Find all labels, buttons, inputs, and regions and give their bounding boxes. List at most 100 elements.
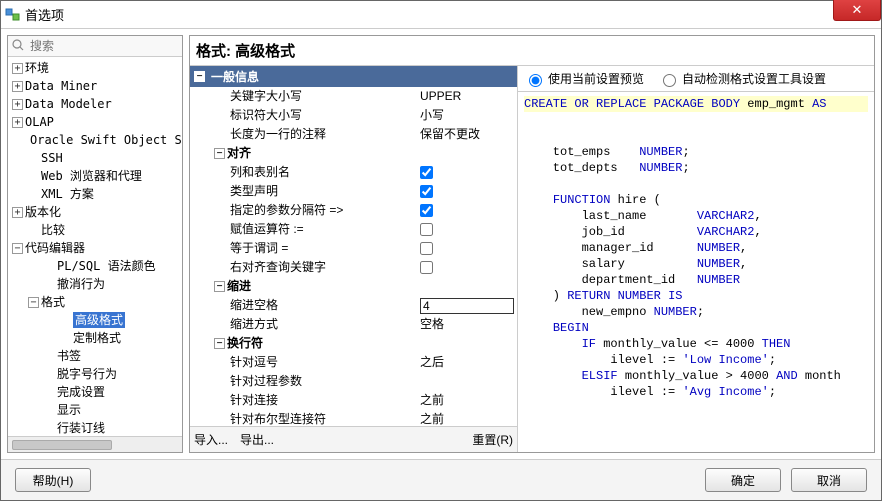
tree-item-label: Data Miner bbox=[25, 78, 97, 94]
row-equal-pred: 等于谓词 = bbox=[230, 240, 288, 257]
collapse-icon: − bbox=[194, 71, 205, 82]
radio-auto-detect-label: 自动检测格式设置工具设置 bbox=[682, 70, 826, 87]
checkbox-equal-pred[interactable] bbox=[420, 242, 433, 255]
value-concat-break[interactable]: 之前 bbox=[420, 392, 444, 409]
tree-item-label: 书签 bbox=[57, 348, 81, 364]
expand-icon[interactable]: + bbox=[12, 117, 23, 128]
row-bool-concat-break: 针对布尔型连接符 bbox=[230, 411, 326, 426]
settings-tree: − 一般信息 关键字大小写UPPER 标识符大小写小写 长度为一行的注释保留不更… bbox=[190, 66, 517, 426]
tree-item[interactable]: 脱字号行为 bbox=[8, 365, 182, 383]
tree-item-label: 行装订线 bbox=[57, 420, 105, 436]
expand-icon[interactable]: + bbox=[12, 81, 23, 92]
tree-item-label: SSH bbox=[41, 150, 63, 166]
value-bool-concat-break[interactable]: 之前 bbox=[420, 411, 444, 426]
tree-item-label: 版本化 bbox=[25, 204, 61, 220]
row-named-arg-sep: 指定的参数分隔符 => bbox=[230, 202, 343, 219]
tree-item-label: 撤消行为 bbox=[57, 276, 105, 292]
value-comment-width[interactable]: 保留不更改 bbox=[420, 126, 480, 143]
tree-item-label: Web 浏览器和代理 bbox=[41, 168, 142, 184]
tree-item[interactable]: 比较 bbox=[8, 221, 182, 239]
tree-item[interactable]: +Data Miner bbox=[8, 77, 182, 95]
tree-item[interactable]: +Data Modeler bbox=[8, 95, 182, 113]
tree-item-label: 高级格式 bbox=[73, 312, 125, 328]
tree-item[interactable]: 显示 bbox=[8, 401, 182, 419]
value-indent-mode[interactable]: 空格 bbox=[420, 316, 444, 333]
tree-item-label: 脱字号行为 bbox=[57, 366, 117, 382]
close-icon: ✕ bbox=[852, 2, 863, 18]
radio-use-current[interactable]: 使用当前设置预览 bbox=[524, 70, 644, 87]
reset-button[interactable]: 重置(R) bbox=[472, 431, 513, 448]
tree-spacer bbox=[28, 171, 39, 182]
tree-spacer bbox=[28, 189, 39, 200]
row-proc-param-break: 针对过程参数 bbox=[230, 373, 302, 390]
collapse-icon[interactable]: − bbox=[214, 148, 225, 159]
tree-item[interactable]: +版本化 bbox=[8, 203, 182, 221]
row-indent-spaces: 缩进空格 bbox=[230, 297, 278, 314]
value-comma-break[interactable]: 之后 bbox=[420, 354, 444, 371]
tree-item-label: 比较 bbox=[41, 222, 65, 238]
tree-item[interactable]: 高级格式 bbox=[8, 311, 182, 329]
ok-button[interactable]: 确定 bbox=[705, 468, 781, 492]
collapse-icon[interactable]: − bbox=[28, 297, 39, 308]
tree-item[interactable]: −代码编辑器 bbox=[8, 239, 182, 257]
cancel-button[interactable]: 取消 bbox=[791, 468, 867, 492]
category-tree[interactable]: +环境+Data Miner+Data Modeler+OLAPOracle S… bbox=[8, 57, 182, 436]
tree-item[interactable]: 行装订线 bbox=[8, 419, 182, 436]
tree-item[interactable]: 定制格式 bbox=[8, 329, 182, 347]
radio-auto-detect[interactable]: 自动检测格式设置工具设置 bbox=[658, 70, 826, 87]
tree-item-label: Oracle Swift Object St bbox=[30, 132, 182, 148]
tree-item[interactable]: 书签 bbox=[8, 347, 182, 365]
tree-item[interactable]: +环境 bbox=[8, 59, 182, 77]
tree-item[interactable]: SSH bbox=[8, 149, 182, 167]
expand-icon[interactable]: + bbox=[12, 99, 23, 110]
tree-hscrollbar[interactable] bbox=[8, 436, 182, 452]
tree-spacer bbox=[44, 261, 55, 272]
value-identifier-case[interactable]: 小写 bbox=[420, 107, 444, 124]
row-right-align-kw: 右对齐查询关键字 bbox=[230, 259, 326, 276]
tree-item-label: OLAP bbox=[25, 114, 54, 130]
checkbox-col-table-alias[interactable] bbox=[420, 166, 433, 179]
window-title: 首选项 bbox=[25, 5, 64, 24]
search-input[interactable] bbox=[28, 38, 187, 54]
help-button[interactable]: 帮助(H) bbox=[15, 468, 91, 492]
group-indent-label: 缩进 bbox=[227, 278, 251, 295]
collapse-icon[interactable]: − bbox=[214, 281, 225, 292]
tree-item[interactable]: 撤消行为 bbox=[8, 275, 182, 293]
row-comma-break: 针对逗号 bbox=[230, 354, 278, 371]
export-button[interactable]: 导出... bbox=[240, 431, 274, 448]
group-general[interactable]: − 一般信息 bbox=[190, 66, 517, 87]
tree-item-label: Data Modeler bbox=[25, 96, 112, 112]
tree-item-label: PL/SQL 语法颜色 bbox=[57, 258, 156, 274]
close-button[interactable]: ✕ bbox=[833, 0, 881, 21]
tree-item-label: 代码编辑器 bbox=[25, 240, 85, 256]
code-preview[interactable]: CREATE OR REPLACE PACKAGE BODY emp_mgmt … bbox=[518, 92, 874, 452]
tree-spacer bbox=[28, 153, 39, 164]
tree-item[interactable]: −格式 bbox=[8, 293, 182, 311]
tree-item[interactable]: Web 浏览器和代理 bbox=[8, 167, 182, 185]
tree-item-label: 显示 bbox=[57, 402, 81, 418]
tree-item[interactable]: PL/SQL 语法颜色 bbox=[8, 257, 182, 275]
checkbox-right-align-kw[interactable] bbox=[420, 261, 433, 274]
tree-item-label: 格式 bbox=[41, 294, 65, 310]
collapse-icon[interactable]: − bbox=[214, 338, 225, 349]
checkbox-named-arg-sep[interactable] bbox=[420, 204, 433, 217]
expand-icon[interactable]: + bbox=[12, 63, 23, 74]
row-assign-op: 赋值运算符 := bbox=[230, 221, 304, 238]
tree-item[interactable]: Oracle Swift Object St bbox=[8, 131, 182, 149]
tree-item[interactable]: 完成设置 bbox=[8, 383, 182, 401]
tree-item[interactable]: XML 方案 bbox=[8, 185, 182, 203]
tree-item-label: 定制格式 bbox=[73, 330, 121, 346]
row-col-table-alias: 列和表别名 bbox=[230, 164, 290, 181]
expand-icon[interactable]: + bbox=[12, 207, 23, 218]
value-keyword-case[interactable]: UPPER bbox=[420, 88, 461, 105]
import-button[interactable]: 导入... bbox=[194, 431, 228, 448]
checkbox-assign-op[interactable] bbox=[420, 223, 433, 236]
tree-item[interactable]: +OLAP bbox=[8, 113, 182, 131]
tree-spacer bbox=[44, 369, 55, 380]
row-keyword-case: 关键字大小写 bbox=[230, 88, 302, 105]
collapse-icon[interactable]: − bbox=[12, 243, 23, 254]
input-indent-spaces[interactable] bbox=[420, 298, 514, 314]
group-linebreak-label: 换行符 bbox=[227, 335, 263, 352]
checkbox-type-decl[interactable] bbox=[420, 185, 433, 198]
tree-item-label: 环境 bbox=[25, 60, 49, 76]
